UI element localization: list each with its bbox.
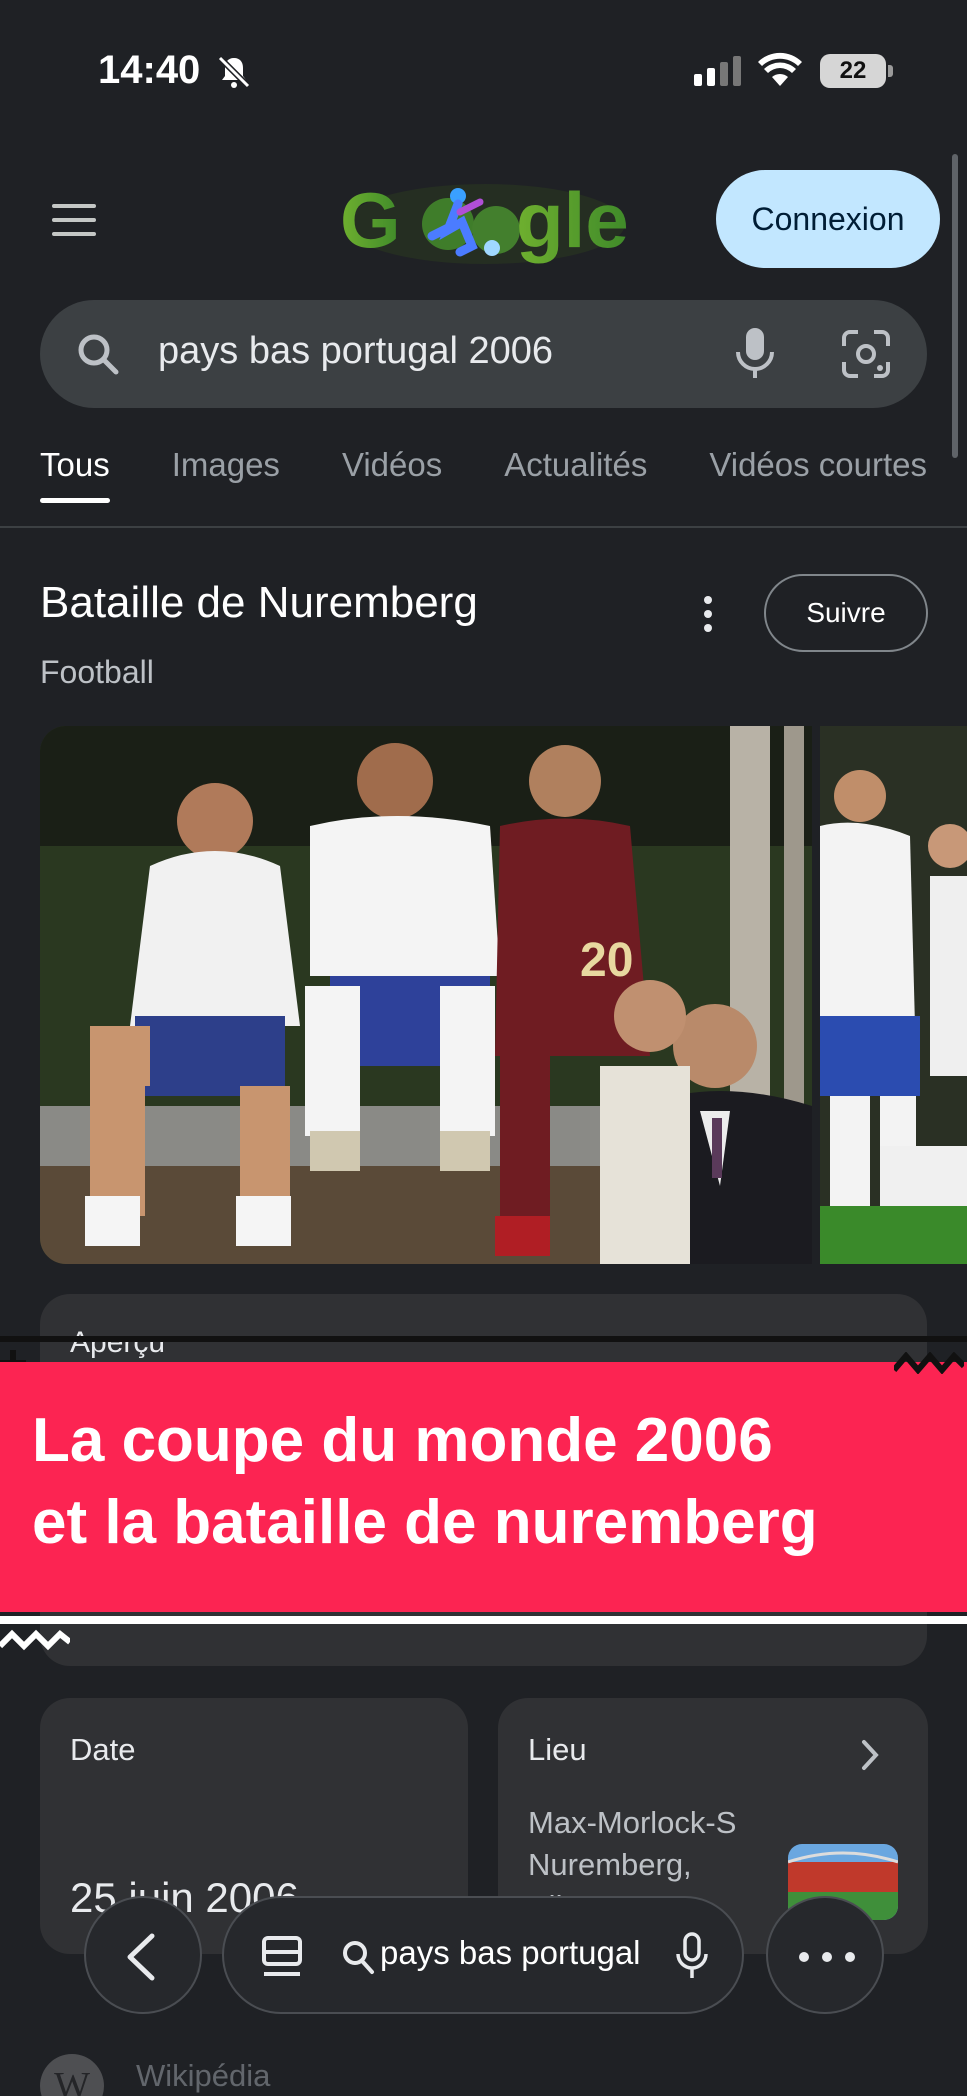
search-bar[interactable]: pays bas portugal 2006 — [40, 300, 927, 408]
overview-title: Aperçu — [70, 1326, 166, 1359]
wikipedia-logo: W — [40, 2054, 104, 2096]
tabs-divider — [0, 526, 967, 528]
banner-bottom-line — [0, 1616, 967, 1624]
signin-button[interactable]: Connexion — [716, 170, 940, 268]
zigzag-decoration-bottom — [0, 1629, 70, 1651]
banner-line-1: La coupe du monde 2006 — [32, 1406, 773, 1475]
google-lens-icon[interactable] — [840, 328, 892, 380]
more-vert-icon[interactable] — [696, 592, 720, 636]
chevron-right-icon — [862, 1740, 879, 1770]
gallery-image-second[interactable] — [820, 726, 967, 1264]
location-line-2: Nuremberg, — [528, 1847, 692, 1882]
entity-title: Bataille de Nuremberg — [40, 578, 478, 627]
date-label: Date — [70, 1732, 136, 1767]
tab-all[interactable]: Tous — [40, 446, 110, 503]
tabs-icon[interactable] — [260, 1934, 304, 1980]
tab-images[interactable]: Images — [172, 446, 280, 502]
banner-text: La coupe du monde 2006 et la bataille de… — [32, 1400, 952, 1564]
location-label: Lieu — [528, 1732, 587, 1767]
svg-text:gle: gle — [516, 176, 629, 264]
banner-line-2: et la bataille de nuremberg — [32, 1488, 818, 1557]
google-doodle-logo[interactable]: G gle — [340, 172, 630, 272]
banner-top-line — [0, 1336, 967, 1342]
battery-indicator: 22 — [820, 54, 893, 88]
zigzag-decoration-top — [894, 1352, 964, 1374]
svg-text:20: 20 — [580, 934, 633, 987]
search-tabs: Tous Images Vidéos Actualités Vidéos cou… — [40, 446, 967, 503]
status-time: 14:40 — [98, 48, 201, 92]
svg-text:G: G — [340, 176, 401, 264]
search-icon — [78, 334, 119, 375]
chevron-left-icon — [127, 1933, 155, 1981]
tab-short-videos[interactable]: Vidéos courtes — [709, 446, 927, 502]
voice-search-icon[interactable] — [730, 326, 780, 380]
google-search-page: 14:40 22 G gle Connexion pays bas portug… — [0, 0, 967, 2096]
more-horiz-icon — [799, 1952, 855, 1962]
address-bar-query[interactable]: pays bas portugal 2006 — [380, 1934, 640, 1972]
players-photo: 20 — [40, 726, 812, 1264]
entity-subtitle: Football — [40, 654, 154, 690]
gallery-image-main[interactable]: 20 — [40, 726, 812, 1264]
wifi-icon — [758, 52, 802, 86]
back-button[interactable] — [84, 1896, 202, 2014]
tab-videos[interactable]: Vidéos — [342, 446, 442, 502]
menu-icon[interactable] — [52, 204, 96, 236]
result-source[interactable]: Wikipédia — [136, 2058, 270, 2094]
tab-news[interactable]: Actualités — [504, 446, 647, 502]
match-photo — [820, 726, 967, 1264]
follow-button[interactable]: Suivre — [764, 574, 928, 652]
address-bar[interactable]: pays bas portugal 2006 — [222, 1896, 744, 2014]
search-input[interactable]: pays bas portugal 2006 — [158, 330, 553, 373]
location-line-1: Max-Morlock-S — [528, 1805, 737, 1840]
scrollbar[interactable] — [952, 154, 958, 458]
search-icon — [343, 1941, 374, 1974]
microphone-icon[interactable] — [674, 1932, 710, 1982]
more-options-button[interactable] — [766, 1896, 884, 2014]
video-title-banner: La coupe du monde 2006 et la bataille de… — [0, 1362, 967, 1612]
cellular-signal-icon — [694, 56, 741, 86]
bell-off-icon — [217, 55, 251, 89]
